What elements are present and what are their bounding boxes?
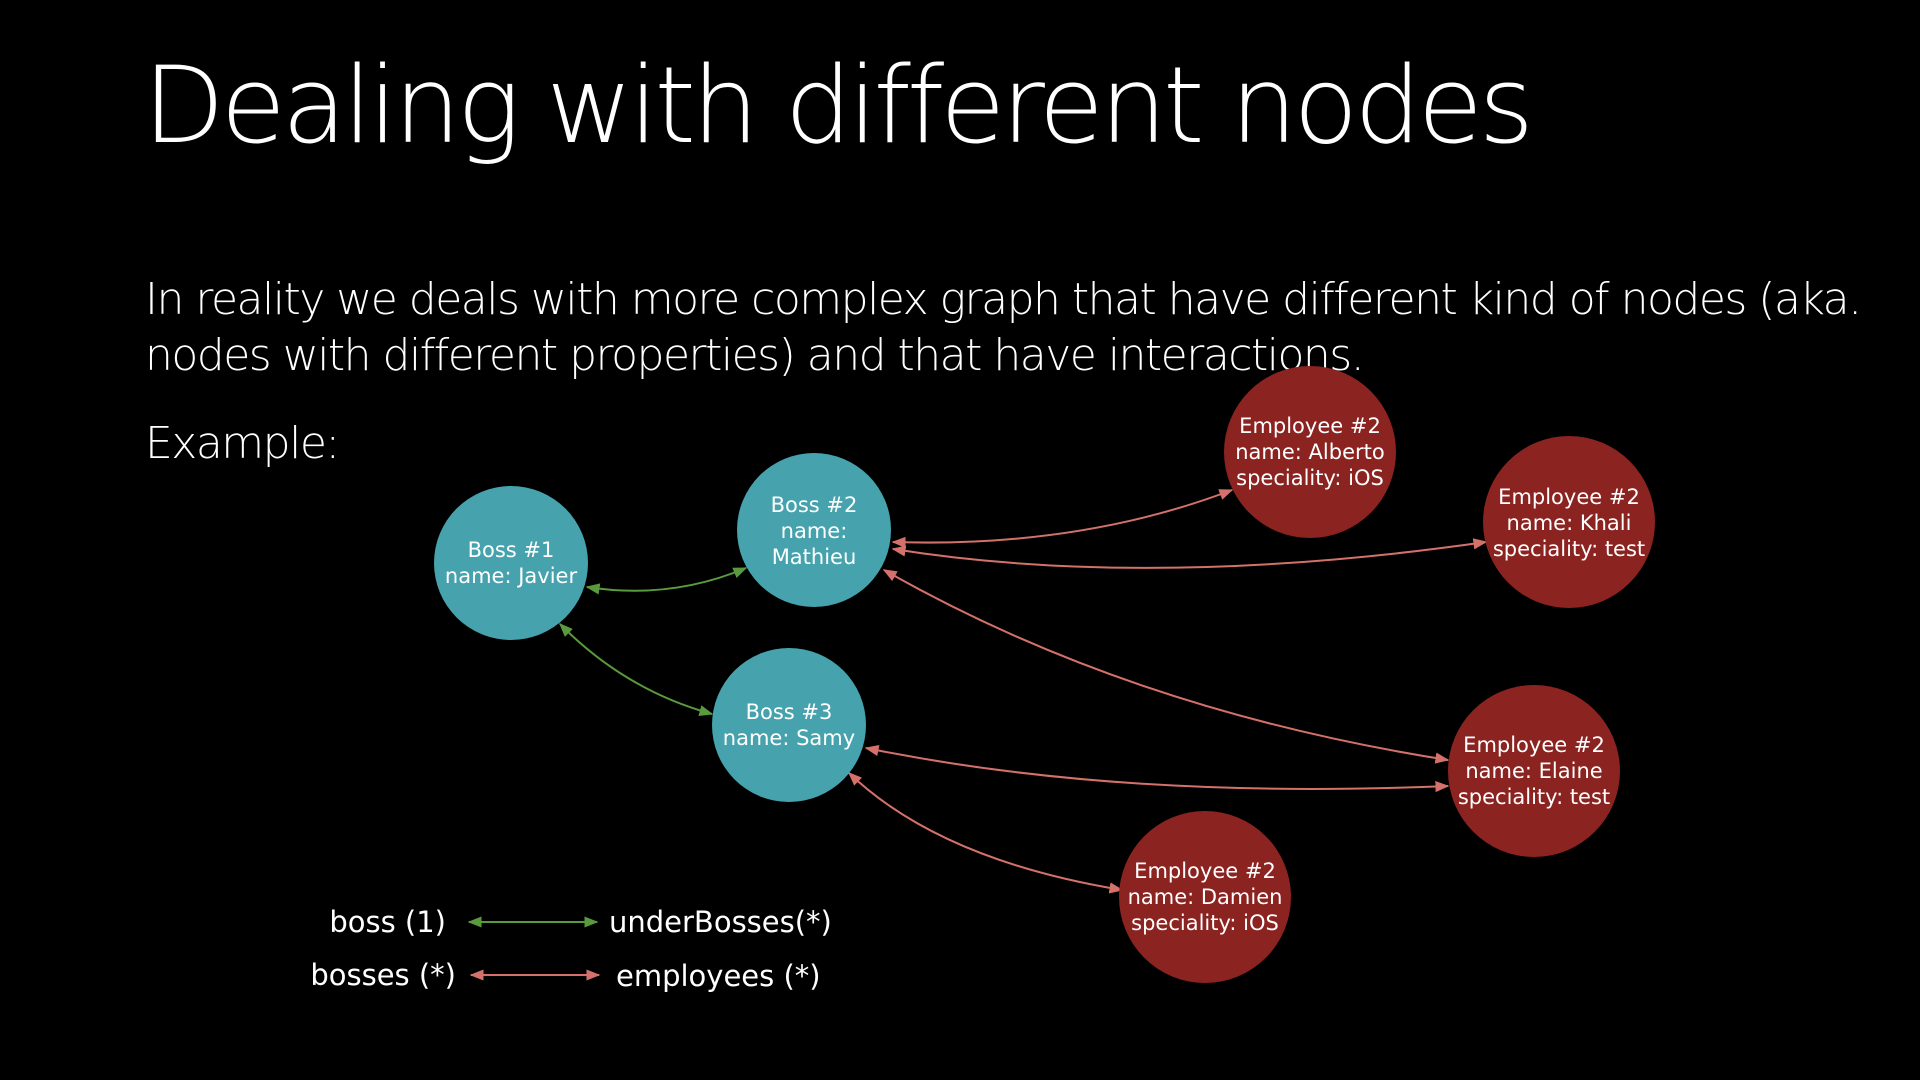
legend-employee-relation: bosses (*) employees (*) [310,958,820,993]
legend-boss-relation: boss (1) underBosses(*) [329,905,832,939]
legend-employee-left: bosses (*) [310,958,456,992]
node-name: name: Samy [723,726,855,750]
node-title: Employee #2 [1498,485,1640,509]
node-circle [712,648,866,802]
node-name: name: Khali [1507,511,1632,535]
edge-boss2-elaine [882,569,1450,764]
node-title: Boss #1 [468,538,555,562]
node-employee-alberto: Employee #2 name: Alberto speciality: iO… [1224,366,1396,538]
node-boss2: Boss #2 name: Mathieu [737,453,891,607]
node-employee-khali: Employee #2 name: Khali speciality: test [1483,436,1655,608]
edge-boss2-alberto [891,489,1234,548]
edge-boss2-khali [891,538,1488,569]
node-employee-damien: Employee #2 name: Damien speciality: iOS [1119,811,1291,983]
node-boss1: Boss #1 name: Javier [434,486,588,640]
node-name: name: Javier [445,564,578,588]
legend-boss-right: underBosses(*) [609,905,832,939]
node-name: name: Elaine [1465,759,1602,783]
legend: boss (1) underBosses(*) bosses (*) emplo… [310,905,832,993]
node-title: Employee #2 [1463,733,1605,757]
edge-boss1-boss2 [585,567,748,595]
node-title: Employee #2 [1134,859,1276,883]
node-circle [434,486,588,640]
edge-boss1-boss3 [559,623,714,717]
node-name: name: Damien [1128,885,1283,909]
legend-boss-left: boss (1) [329,905,446,939]
edge-boss3-damien [847,772,1124,894]
node-title: Boss #2 [771,493,858,517]
node-speciality: speciality: iOS [1131,911,1279,935]
node-name-value: Mathieu [772,545,857,569]
node-speciality: speciality: test [1458,785,1610,809]
node-name: name: [781,519,848,543]
node-speciality: speciality: iOS [1236,466,1384,490]
node-boss3: Boss #3 name: Samy [712,648,866,802]
graph-diagram: Boss #1 name: Javier Boss #2 name: Mathi… [310,366,1655,993]
node-employee-elaine: Employee #2 name: Elaine speciality: tes… [1448,685,1620,857]
legend-employee-right: employees (*) [616,959,821,993]
node-name: name: Alberto [1235,440,1384,464]
edges [559,489,1488,894]
node-title: Employee #2 [1239,414,1381,438]
node-title: Boss #3 [746,700,833,724]
node-speciality: speciality: test [1493,537,1645,561]
edge-boss3-elaine [864,745,1450,793]
